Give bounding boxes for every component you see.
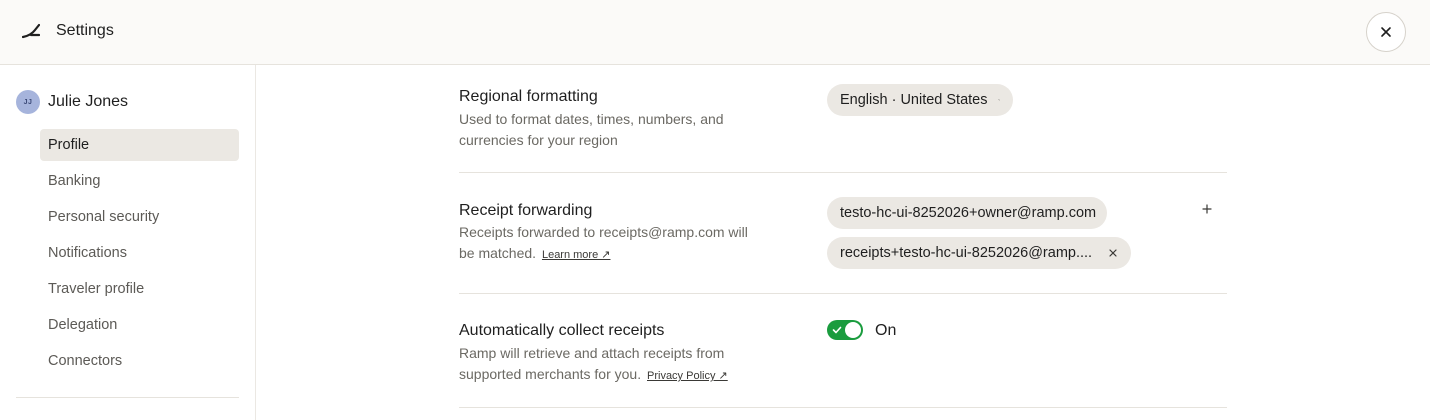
- section-description: Used to format dates, times, numbers, an…: [459, 111, 724, 148]
- region-select-value: English · United States: [840, 92, 988, 108]
- remove-email-icon[interactable]: [1108, 248, 1118, 258]
- toggle-label: On: [875, 322, 897, 339]
- regional-formatting-section: Regional formatting Used to format dates…: [459, 65, 1227, 173]
- avatar: JJ: [16, 90, 40, 114]
- sidebar-item-traveler-profile[interactable]: Traveler profile: [40, 273, 239, 305]
- chevron-down-icon: [997, 99, 1000, 101]
- privacy-policy-link[interactable]: Privacy Policy ↗: [647, 370, 728, 382]
- section-title: Automatically collect receipts: [459, 322, 665, 339]
- email-text: testo-hc-ui-8252026+owner@ramp.com: [840, 205, 1097, 221]
- region-select[interactable]: English · United States: [827, 84, 1013, 116]
- forwarding-email-chip[interactable]: testo-hc-ui-8252026+owner@ramp.com: [827, 197, 1107, 229]
- check-icon: [832, 326, 842, 334]
- sidebar-item-delegation[interactable]: Delegation: [40, 309, 239, 341]
- sidebar-item-personal-security[interactable]: Personal security: [40, 201, 239, 233]
- close-icon: [1381, 27, 1391, 37]
- sidebar-divider: [16, 397, 239, 398]
- add-email-icon[interactable]: [1200, 202, 1214, 216]
- section-title: Regional formatting: [459, 88, 598, 105]
- sidebar-nav: Profile Banking Personal security Notifi…: [40, 129, 239, 381]
- learn-more-link[interactable]: Learn more ↗: [542, 249, 611, 261]
- sidebar: JJ Julie Jones Profile Banking Personal …: [0, 65, 256, 420]
- receipt-forwarding-section: Receipt forwarding Receipts forwarded to…: [459, 173, 1227, 294]
- forwarding-email-chip[interactable]: receipts+testo-hc-ui-8252026@ramp....: [827, 237, 1131, 269]
- toggle-knob: [845, 322, 861, 338]
- top-bar: Settings: [0, 0, 1430, 65]
- auto-collect-toggle[interactable]: [827, 320, 863, 340]
- section-description: Receipts forwarded to receipts@ramp.com …: [459, 222, 759, 266]
- user-name: Julie Jones: [48, 93, 129, 110]
- sidebar-item-connectors[interactable]: Connectors: [40, 345, 239, 377]
- sidebar-item-profile[interactable]: Profile: [40, 129, 239, 161]
- auto-collect-receipts-section: Automatically collect receipts Ramp will…: [459, 294, 1227, 408]
- email-text: receipts+testo-hc-ui-8252026@ramp....: [840, 245, 1093, 261]
- close-button[interactable]: [1366, 12, 1406, 52]
- settings-content: Regional formatting Used to format dates…: [459, 65, 1227, 408]
- sidebar-item-banking[interactable]: Banking: [40, 165, 239, 197]
- ramp-logo-icon: [22, 23, 40, 39]
- section-description: Ramp will retrieve and attach receipts f…: [459, 343, 759, 387]
- section-title: Receipt forwarding: [459, 202, 593, 219]
- sidebar-item-notifications[interactable]: Notifications: [40, 237, 239, 269]
- page-title: Settings: [56, 22, 114, 39]
- user-profile: JJ Julie Jones: [16, 90, 128, 114]
